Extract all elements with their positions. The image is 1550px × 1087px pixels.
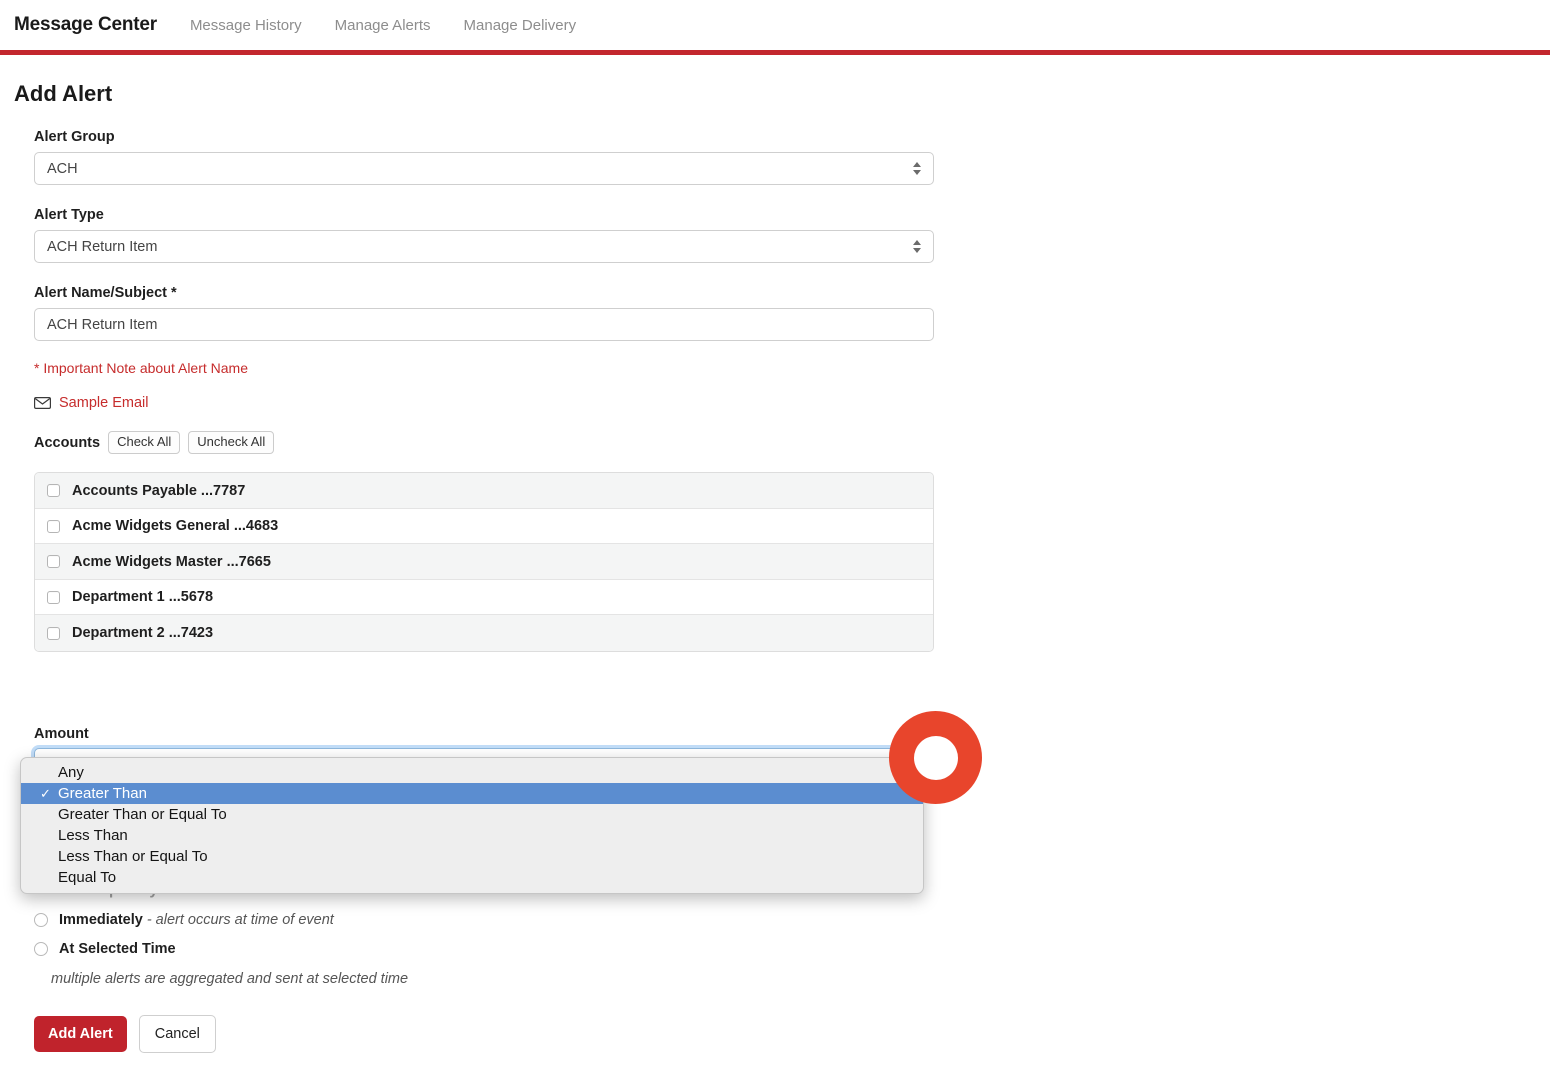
accounts-toolbar: Accounts Check All Uncheck All — [34, 431, 934, 454]
stepper-arrows-icon — [913, 160, 922, 178]
top-navigation-bar: Message Center Message History Manage Al… — [0, 0, 1550, 50]
table-row[interactable]: Acme Widgets General ...4683 — [35, 509, 933, 545]
dropdown-option-label: Greater Than or Equal To — [58, 806, 227, 823]
checkmark-icon: ✓ — [40, 786, 51, 802]
account-label: Department 2 ...7423 — [72, 625, 213, 641]
alert-group-select[interactable]: ACH — [34, 152, 934, 185]
account-label: Department 1 ...5678 — [72, 589, 213, 605]
label-alert-group: Alert Group — [34, 129, 934, 145]
account-checkbox[interactable] — [47, 591, 60, 604]
immediately-radio[interactable] — [34, 913, 48, 927]
account-label: Acme Widgets Master ...7665 — [72, 554, 271, 570]
alert-type-select[interactable]: ACH Return Item — [34, 230, 934, 263]
app-brand-message-center[interactable]: Message Center — [14, 14, 157, 36]
immediately-label: Immediately — [59, 912, 143, 928]
alert-type-value: ACH Return Item — [47, 239, 157, 255]
label-accounts: Accounts — [34, 435, 100, 451]
account-checkbox[interactable] — [47, 484, 60, 497]
label-alert-name: Alert Name/Subject * — [34, 285, 934, 301]
dropdown-option-label: Equal To — [58, 869, 116, 886]
alert-group-value: ACH — [47, 161, 78, 177]
dropdown-option-equal-to[interactable]: Equal To — [21, 867, 923, 888]
sample-email-link[interactable]: Sample Email — [59, 395, 148, 411]
table-row[interactable]: Department 1 ...5678 — [35, 580, 933, 616]
account-checkbox[interactable] — [47, 520, 60, 533]
at-selected-time-radio[interactable] — [34, 942, 48, 956]
dropdown-option-label: Less Than — [58, 827, 128, 844]
dropdown-option-label: Less Than or Equal To — [58, 848, 208, 865]
at-selected-time-note: multiple alerts are aggregated and sent … — [51, 971, 934, 987]
dropdown-option-greater-than[interactable]: ✓ Greater Than — [21, 783, 923, 804]
immediately-note: - alert occurs at time of event — [147, 912, 334, 928]
table-row[interactable]: Accounts Payable ...7787 — [35, 473, 933, 509]
add-alert-button[interactable]: Add Alert — [34, 1016, 127, 1052]
account-checkbox[interactable] — [47, 627, 60, 640]
table-row[interactable]: Acme Widgets Master ...7665 — [35, 544, 933, 580]
accounts-list: Accounts Payable ...7787 Acme Widgets Ge… — [34, 472, 934, 652]
account-label: Accounts Payable ...7787 — [72, 483, 245, 499]
click-indicator-icon — [889, 711, 982, 804]
dropdown-option-any[interactable]: Any — [21, 762, 923, 783]
alert-name-input[interactable] — [34, 308, 934, 341]
nav-link-manage-alerts[interactable]: Manage Alerts — [335, 17, 431, 34]
dropdown-option-greater-than-or-equal-to[interactable]: Greater Than or Equal To — [21, 804, 923, 825]
frequency-option-at-selected-time[interactable]: At Selected Time — [34, 941, 934, 957]
label-amount: Amount — [34, 726, 89, 742]
nav-link-manage-delivery[interactable]: Manage Delivery — [464, 17, 577, 34]
cancel-button[interactable]: Cancel — [139, 1015, 216, 1053]
dropdown-option-label: Any — [58, 764, 84, 781]
table-row[interactable]: Department 2 ...7423 — [35, 615, 933, 651]
page-title: Add Alert — [14, 81, 1550, 107]
amount-comparison-dropdown-menu[interactable]: Any ✓ Greater Than Greater Than or Equal… — [20, 757, 924, 894]
sample-email-row[interactable]: Sample Email — [34, 395, 934, 411]
account-checkbox[interactable] — [47, 555, 60, 568]
check-all-button[interactable]: Check All — [108, 431, 180, 454]
dropdown-option-less-than[interactable]: Less Than — [21, 825, 923, 846]
nav-link-message-history[interactable]: Message History — [190, 17, 302, 34]
add-alert-form: Alert Group ACH Alert Type ACH Return It… — [34, 129, 934, 652]
frequency-option-immediately[interactable]: Immediately - alert occurs at time of ev… — [34, 912, 934, 928]
label-alert-type: Alert Type — [34, 207, 934, 223]
page-content: Add Alert Alert Group ACH Alert Type ACH… — [0, 55, 1550, 652]
envelope-icon — [34, 397, 51, 409]
at-selected-time-label: At Selected Time — [59, 941, 176, 957]
uncheck-all-button[interactable]: Uncheck All — [188, 431, 274, 454]
dropdown-option-less-than-or-equal-to[interactable]: Less Than or Equal To — [21, 846, 923, 867]
form-actions: Add Alert Cancel — [34, 1015, 934, 1053]
stepper-arrows-icon — [913, 238, 922, 256]
account-label: Acme Widgets General ...4683 — [72, 518, 278, 534]
important-note-link[interactable]: * Important Note about Alert Name — [34, 360, 934, 376]
dropdown-option-label: Greater Than — [58, 785, 147, 802]
